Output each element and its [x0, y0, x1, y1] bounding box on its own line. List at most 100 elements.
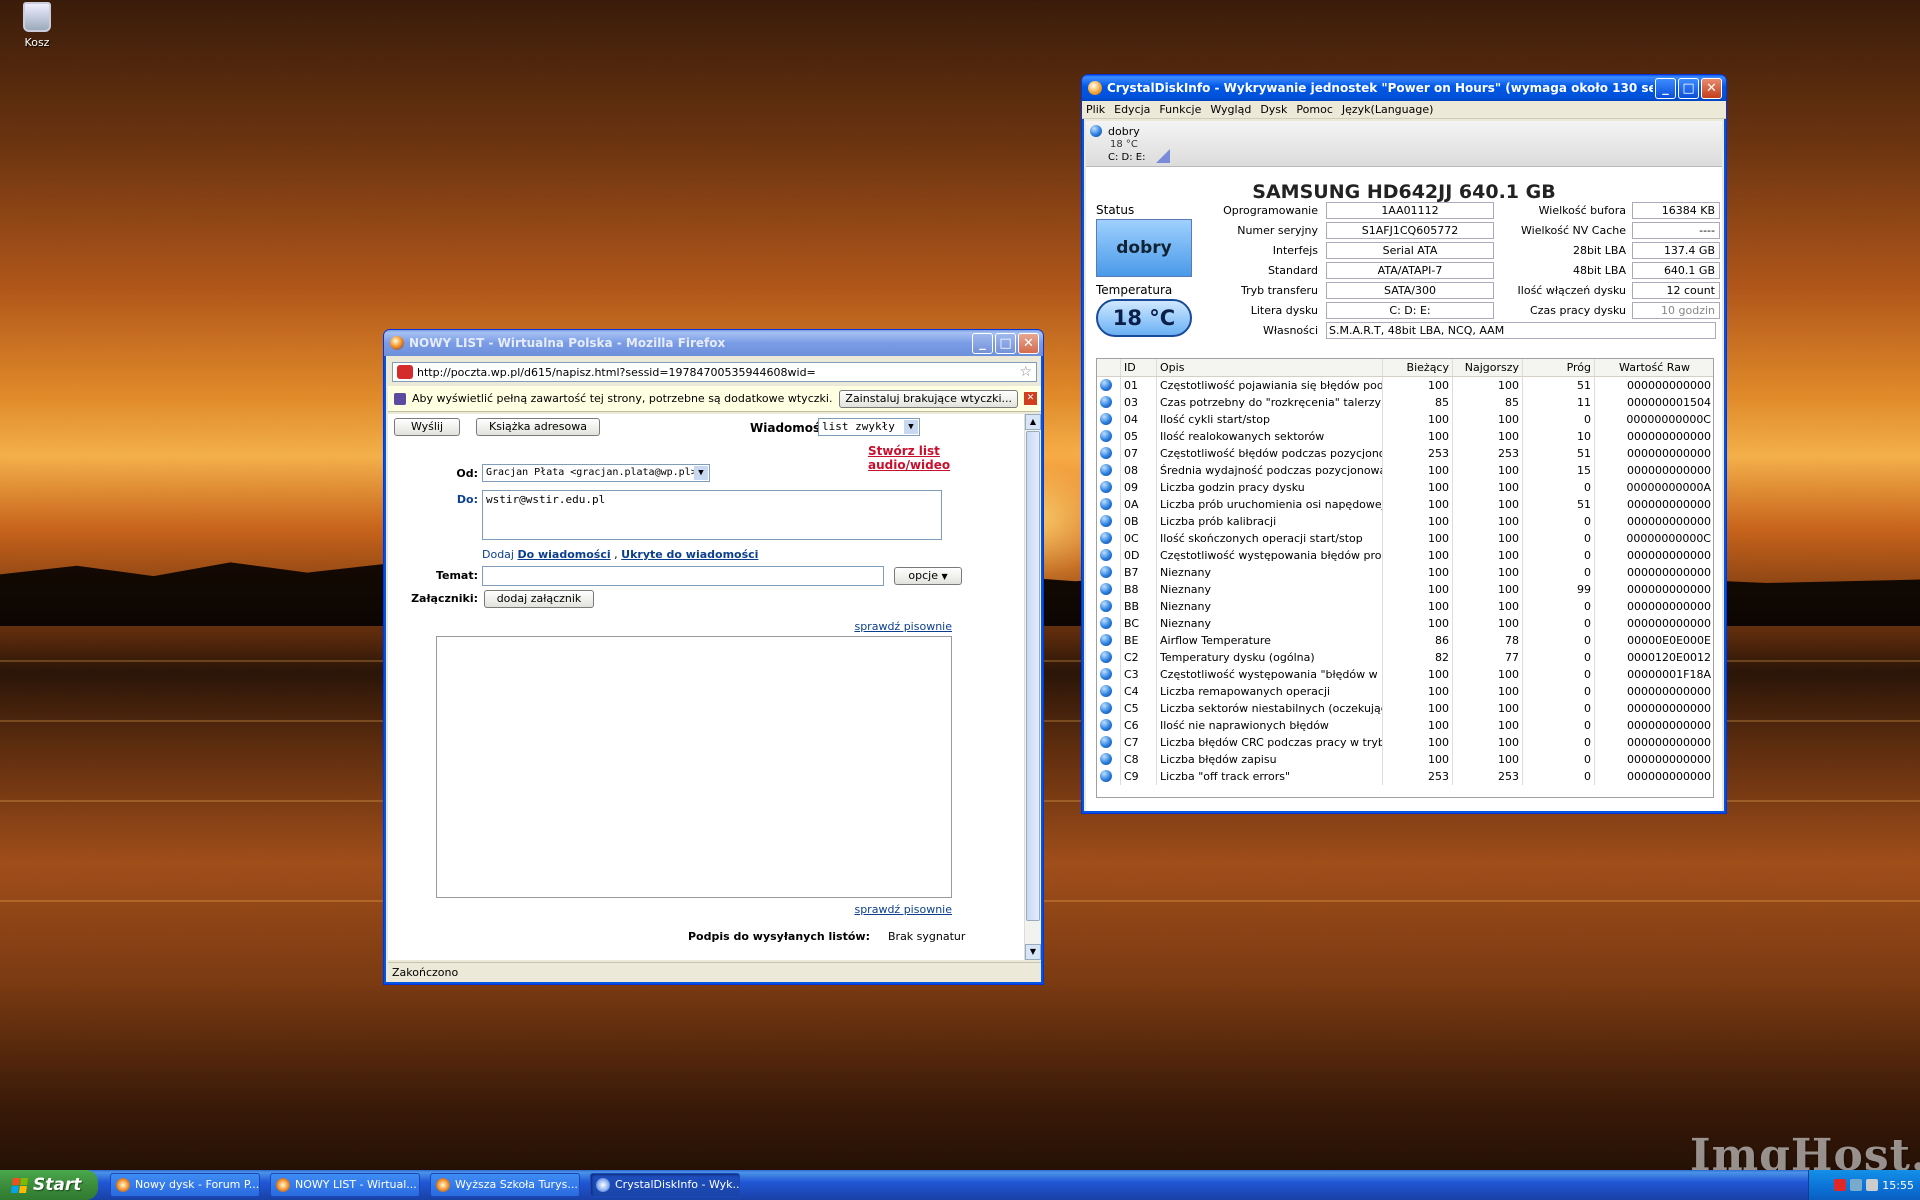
table-row[interactable]: 01 Częstotliwość pojawiania się błędów po… [1097, 377, 1713, 394]
spellcheck-link-bottom[interactable]: sprawdź pisownie [848, 903, 952, 916]
table-row[interactable]: BB Nieznany 100 100 0 000000000000 [1097, 598, 1713, 615]
table-row[interactable]: 05 Ilość realokowanych sektorów 100 100 10 00… [1097, 428, 1713, 445]
vertical-scrollbar[interactable]: ▲ ▼ [1024, 414, 1041, 960]
health-dot-icon [1100, 396, 1112, 408]
table-row[interactable]: C5 Liczba sektorów niestabilnych (oczekuj… [1097, 700, 1713, 717]
taskbar-item-nowy-list[interactable]: NOWY LIST - Wirtual... [270, 1173, 420, 1197]
cell-threshold: 15 [1523, 462, 1595, 479]
table-row[interactable]: 08 Średnia wydajność podczas pozycjonowan… [1097, 462, 1713, 479]
cell-current: 100 [1383, 598, 1453, 615]
table-row[interactable]: C3 Częstotliwość występowania "błędów w l… [1097, 666, 1713, 683]
address-book-button[interactable]: Książka adresowa [476, 418, 600, 436]
taskbar-item-wstir[interactable]: Wyższa Szkoła Turys... [430, 1173, 580, 1197]
options-button[interactable]: opcje ▼ [894, 567, 962, 585]
network-icon[interactable] [1850, 1179, 1863, 1191]
drive-selector[interactable]: dobry 18 °C C: D: E: [1086, 121, 1722, 167]
table-row[interactable]: 0B Liczba prób kalibracji 100 100 0 000000000… [1097, 513, 1713, 530]
status-cell [1097, 530, 1121, 547]
interface-label: Interfejs [1272, 244, 1318, 257]
taskbar-item-label: Nowy dysk - Forum P... [135, 1178, 260, 1191]
cell-threshold: 0 [1523, 598, 1595, 615]
table-row[interactable]: BE Airflow Temperature 86 78 0 00000E0E000E [1097, 632, 1713, 649]
menu-edit[interactable]: Edycja [1114, 103, 1150, 116]
table-row[interactable]: 09 Liczba godzin pracy dysku 100 100 0 000000… [1097, 479, 1713, 496]
table-row[interactable]: BC Nieznany 100 100 0 000000000000 [1097, 615, 1713, 632]
menu-disk[interactable]: Dysk [1260, 103, 1287, 116]
col-raw-value[interactable]: Wartość Raw [1595, 359, 1713, 376]
firefox-titlebar[interactable]: NOWY LIST - Wirtualna Polska - Mozilla F… [384, 330, 1043, 356]
cell-worst: 78 [1453, 632, 1523, 649]
table-row[interactable]: 03 Czas potrzebny do "rozkręcenia" talerz… [1097, 394, 1713, 411]
url-bar[interactable]: http://poczta.wp.pl/d615/napisz.html?ses… [392, 362, 1037, 382]
audio-video-link[interactable]: Stwórz list audio/wideo [868, 444, 1024, 472]
temperature-badge[interactable]: 18 °C [1096, 299, 1192, 337]
antivirus-icon[interactable] [1834, 1179, 1847, 1191]
bookmark-star-icon[interactable]: ☆ [1019, 364, 1032, 380]
firmware-value: 1AA01112 [1326, 202, 1494, 219]
recycle-bin-icon[interactable]: Kosz [14, 2, 60, 49]
taskbar-item-crystaldiskinfo[interactable]: CrystalDiskInfo - Wyk... [590, 1173, 740, 1197]
from-select[interactable]: Gracjan Płata <gracjan.plata@wp.pl> ▼ [482, 464, 710, 482]
menu-language[interactable]: Język(Language) [1342, 103, 1434, 116]
col-id[interactable]: ID [1121, 359, 1157, 376]
smart-attributes-table[interactable]: ID Opis Bieżący Najgorszy Próg Wartość R… [1096, 358, 1714, 798]
subject-input[interactable] [482, 566, 884, 586]
spellcheck-link-top[interactable]: sprawdź pisownie [848, 620, 952, 633]
col-description[interactable]: Opis [1157, 359, 1383, 376]
scroll-up-button[interactable]: ▲ [1025, 414, 1041, 430]
close-button[interactable]: ✕ [1018, 332, 1039, 354]
maximize-button[interactable]: □ [995, 332, 1016, 354]
add-bcc-link[interactable]: Ukryte do wiadomości [621, 548, 758, 561]
table-row[interactable]: C7 Liczba błędów CRC podczas pracy w tryb… [1097, 734, 1713, 751]
table-row[interactable]: 0D Częstotliwość występowania błędów prog… [1097, 547, 1713, 564]
message-type-select[interactable]: list zwykły ▼ [818, 418, 920, 436]
table-row[interactable]: B7 Nieznany 100 100 0 000000000000 [1097, 564, 1713, 581]
menu-view[interactable]: Wygląd [1210, 103, 1251, 116]
cell-raw: 000000000000 [1595, 734, 1713, 751]
install-plugins-button[interactable]: Zainstaluj brakujące wtyczki... [839, 389, 1018, 408]
cell-description: Liczba sektorów niestabilnych (oczekując… [1157, 700, 1383, 717]
health-dot-icon [1100, 583, 1112, 595]
start-button[interactable]: Start [0, 1170, 98, 1200]
firefox-window[interactable]: NOWY LIST - Wirtualna Polska - Mozilla F… [383, 329, 1044, 985]
add-cc-link[interactable]: Do wiadomości [517, 548, 610, 561]
table-row[interactable]: 04 Ilość cykli start/stop 100 100 0 000000000… [1097, 411, 1713, 428]
power-count-label: Ilość włączeń dysku [1517, 284, 1626, 297]
minimize-button[interactable]: _ [972, 332, 993, 354]
close-button[interactable]: ✕ [1701, 77, 1722, 99]
table-row[interactable]: C9 Liczba "off track errors" 253 253 0 000000… [1097, 768, 1713, 785]
cell-raw: 000000000000 [1595, 751, 1713, 768]
message-body[interactable] [436, 636, 952, 898]
scroll-thumb[interactable] [1026, 431, 1040, 921]
minimize-button[interactable]: _ [1655, 77, 1676, 99]
send-button[interactable]: Wyślij [394, 418, 460, 436]
col-worst[interactable]: Najgorszy [1453, 359, 1523, 376]
crystaldiskinfo-titlebar[interactable]: CrystalDiskInfo - Wykrywanie jednostek "… [1082, 75, 1726, 101]
table-row[interactable]: C4 Liczba remapowanych operacji 100 100 0 000… [1097, 683, 1713, 700]
table-row[interactable]: 0A Liczba prób uruchomienia osi napędowej… [1097, 496, 1713, 513]
cell-current: 100 [1383, 700, 1453, 717]
close-notification-icon[interactable]: ✕ [1024, 392, 1037, 405]
health-status-button[interactable]: dobry [1096, 219, 1192, 277]
table-row[interactable]: B8 Nieznany 100 100 99 000000000000 [1097, 581, 1713, 598]
taskbar-item-forum[interactable]: Nowy dysk - Forum P... [110, 1173, 260, 1197]
col-threshold[interactable]: Próg [1523, 359, 1595, 376]
menu-functions[interactable]: Funkcje [1159, 103, 1201, 116]
cell-description: Liczba błędów zapisu [1157, 751, 1383, 768]
col-current[interactable]: Bieżący [1383, 359, 1453, 376]
table-row[interactable]: 07 Częstotliwość błędów podczas pozycjono… [1097, 445, 1713, 462]
to-field[interactable]: wstir@wstir.edu.pl [482, 490, 942, 540]
scroll-down-button[interactable]: ▼ [1025, 944, 1041, 960]
lba48-label: 48bit LBA [1572, 264, 1626, 277]
table-row[interactable]: C6 Ilość nie naprawionych błędów 100 100 0 00… [1097, 717, 1713, 734]
table-row[interactable]: C8 Liczba błędów zapisu 100 100 0 00000000000… [1097, 751, 1713, 768]
add-attachment-button[interactable]: dodaj załącznik [484, 590, 594, 608]
cell-threshold: 0 [1523, 751, 1595, 768]
health-dot-icon [1100, 719, 1112, 731]
volume-icon[interactable] [1866, 1179, 1879, 1191]
table-row[interactable]: 0C Ilość skończonych operacji start/stop 1… [1097, 530, 1713, 547]
menu-help[interactable]: Pomoc [1296, 103, 1332, 116]
menu-file[interactable]: Plik [1086, 103, 1105, 116]
table-row[interactable]: C2 Temperatury dysku (ogólna) 82 77 0 0000120… [1097, 649, 1713, 666]
maximize-button[interactable]: □ [1678, 77, 1699, 99]
